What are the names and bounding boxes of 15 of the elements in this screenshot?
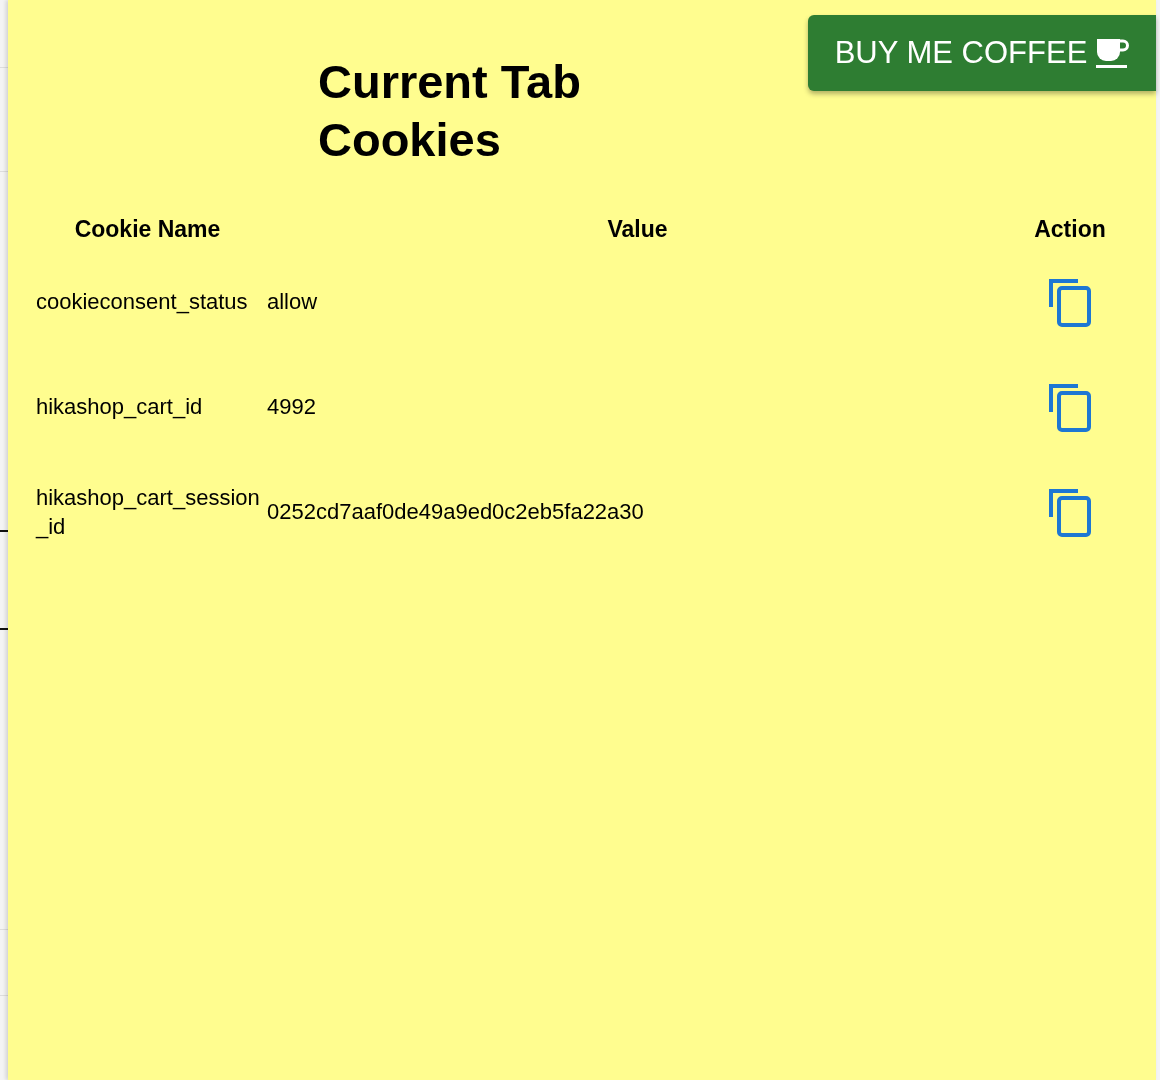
coffee-cup-icon <box>1095 36 1130 70</box>
copy-icon[interactable] <box>1048 381 1092 432</box>
cookie-name: cookieconsent_status <box>36 288 249 316</box>
cookie-value: 0252cd7aaf0de49a9ed0c2eb5fa22a30 <box>267 499 644 524</box>
column-header: Value <box>607 214 668 244</box>
copy-icon[interactable] <box>1048 486 1092 537</box>
cookie-value: 4992 <box>267 394 316 419</box>
page-title: Current Tab Cookies <box>318 54 582 168</box>
cookie-name: hikashop_cart_session_id <box>36 483 261 541</box>
copy-icon[interactable] <box>1048 276 1092 327</box>
buy-coffee-button[interactable]: BUY ME COFFEE <box>808 15 1156 91</box>
cookie-name: hikashop_cart_id <box>36 393 204 421</box>
column-header: Action <box>1034 214 1106 244</box>
cookie-value: allow <box>267 289 318 314</box>
column-header: Cookie Name <box>74 214 221 244</box>
